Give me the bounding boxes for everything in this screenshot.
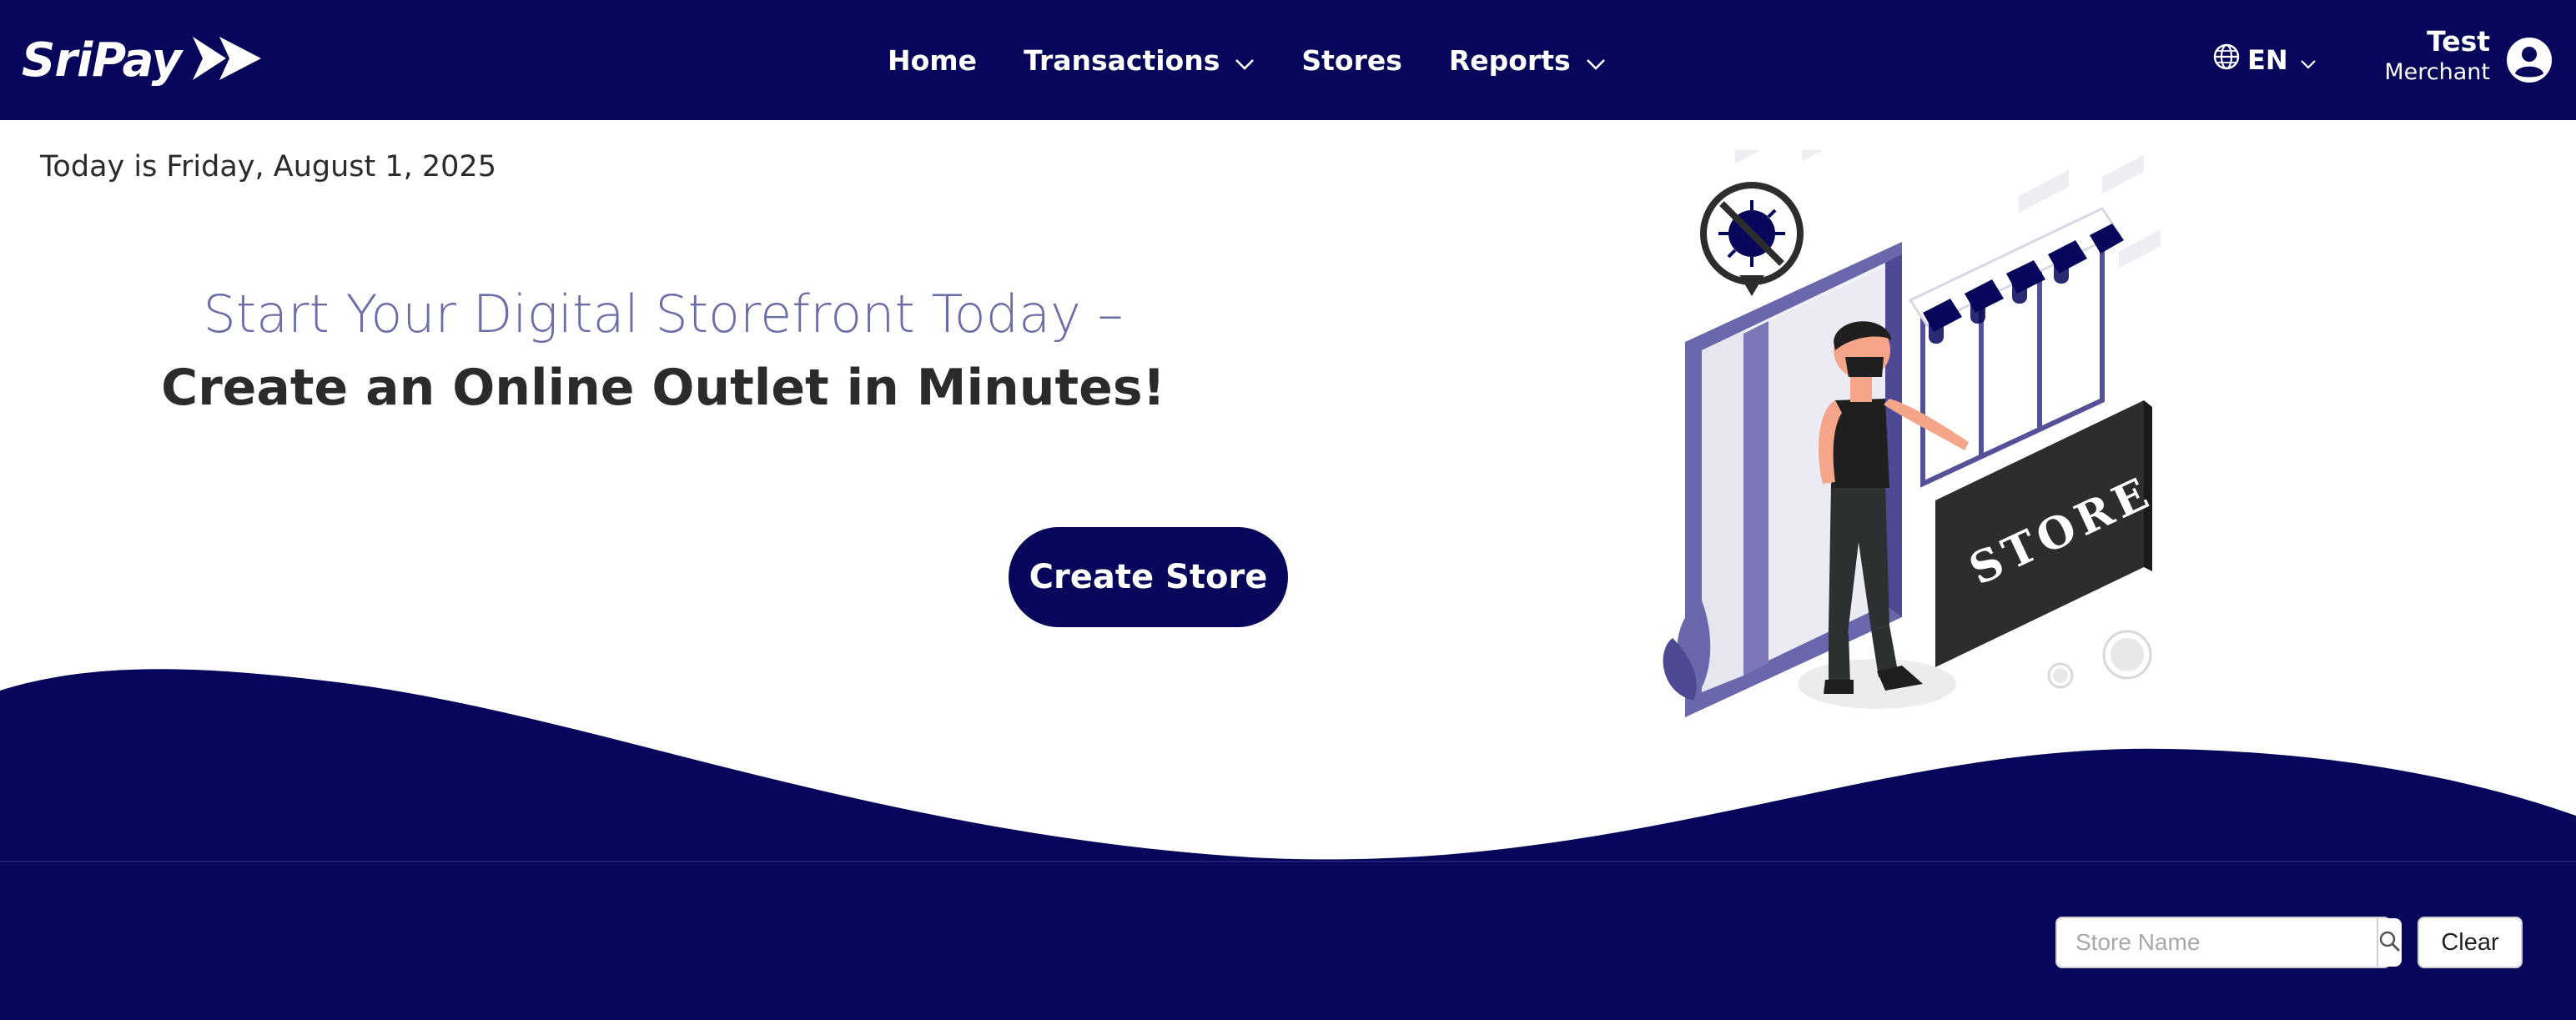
top-navbar: SriPay Home Transactions Stores Reports [0,0,2576,120]
search-icon [2378,930,2402,956]
nav-transactions[interactable]: Transactions [1024,44,1255,77]
main-nav: Home Transactions Stores Reports [888,0,1653,120]
nav-reports-label: Reports [1448,43,1571,77]
user-circle-icon[interactable] [2506,37,2553,88]
brand-logo[interactable]: SriPay [22,27,264,93]
nav-reports[interactable]: Reports [1449,44,1606,77]
nav-transactions-label: Transactions [1024,43,1220,77]
store-search [2055,917,2402,968]
chevron-down-icon [1235,44,1255,77]
language-selector[interactable]: EN [2212,0,2317,120]
chevron-down-icon [2300,44,2317,76]
user-info[interactable]: Test Merchant [2369,25,2490,87]
nav-home-label: Home [888,43,978,77]
store-illustration: STORE [1663,150,2161,717]
nav-home[interactable]: Home [888,44,977,77]
hero-subtitle: Start Your Digital Storefront Today – [203,284,1124,344]
brand-name: SriPay [22,33,182,88]
nav-stores-label: Stores [1301,43,1402,77]
store-name-search-input[interactable] [2057,918,2377,967]
chevron-down-icon [1586,44,1606,77]
language-code: EN [2247,44,2288,76]
create-store-button[interactable]: Create Store [1009,527,1288,627]
current-date: Today is Friday, August 1, 2025 [40,150,496,183]
clear-button[interactable]: Clear [2418,917,2523,968]
user-role: Merchant [2384,59,2490,85]
brand-arrow-icon [188,33,264,88]
nav-stores[interactable]: Stores [1301,44,1402,77]
globe-icon [2212,43,2241,78]
user-name: Test [2427,25,2490,58]
hero-title: Create an Online Outlet in Minutes! [161,359,1165,417]
search-button[interactable] [2377,918,2402,967]
